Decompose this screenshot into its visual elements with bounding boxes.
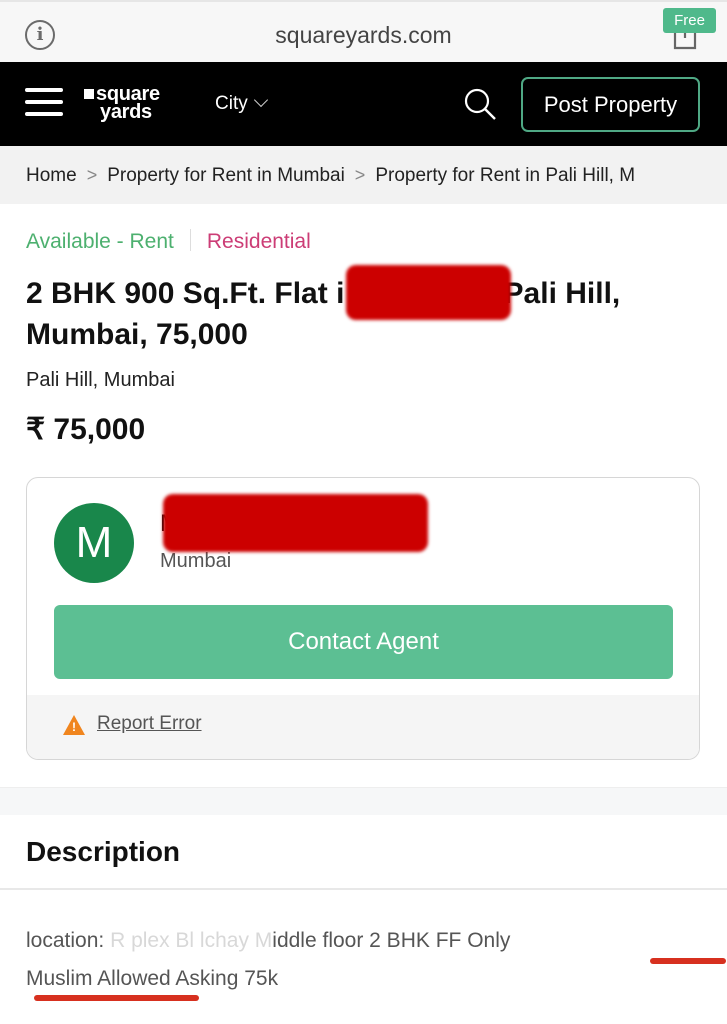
browser-url-bar: i squareyards.com: [0, 0, 727, 62]
annotation-underline: [34, 995, 199, 1001]
warning-icon: !: [63, 715, 85, 735]
description-heading: Description: [26, 836, 181, 867]
contact-agent-button[interactable]: Contact Agent: [54, 605, 673, 679]
status-tag: Available - Rent: [26, 230, 174, 253]
city-dropdown[interactable]: City: [215, 92, 268, 115]
breadcrumb-home[interactable]: Home: [26, 165, 77, 186]
section-divider: [0, 787, 727, 815]
post-property-button[interactable]: Post Property: [521, 77, 700, 132]
chevron-down-icon: [253, 92, 268, 108]
tag-divider: [189, 229, 191, 251]
url-text[interactable]: squareyards.com: [0, 22, 727, 49]
search-icon[interactable]: [463, 87, 497, 121]
redaction-mark: [346, 265, 511, 320]
annotation-underline: [650, 958, 726, 964]
squareyards-logo[interactable]: square yards: [84, 84, 160, 122]
agent-city: Mumbai: [160, 550, 232, 572]
heading-underline: [0, 888, 727, 890]
city-label: City: [215, 93, 248, 114]
site-header: square yards City Post Property: [0, 62, 727, 146]
breadcrumb: Home > Property for Rent in Mumbai > Propert…: [0, 146, 727, 204]
listing-price: ₹ 75,000: [26, 413, 146, 446]
chevron-right-icon: >: [354, 165, 366, 185]
listing-locality: Pali Hill, Mumbai: [26, 369, 175, 391]
report-error-link[interactable]: Report Error: [97, 713, 202, 735]
report-error-bar: ! Report Error: [27, 695, 699, 759]
chevron-right-icon: >: [86, 165, 98, 185]
redaction-mark: [163, 494, 428, 552]
description-text: location: R plex Bl lchay Middle floor 2…: [26, 929, 511, 990]
listing-tags: Available - Rent Residential: [26, 229, 311, 254]
hamburger-icon[interactable]: [25, 88, 63, 118]
breadcrumb-rent-mumbai[interactable]: Property for Rent in Mumbai: [107, 165, 345, 186]
free-badge: Free: [663, 8, 716, 33]
agent-avatar: M: [54, 503, 134, 583]
type-tag: Residential: [206, 230, 311, 253]
breadcrumb-rent-pali-hill[interactable]: Property for Rent in Pali Hill, M: [375, 165, 635, 186]
